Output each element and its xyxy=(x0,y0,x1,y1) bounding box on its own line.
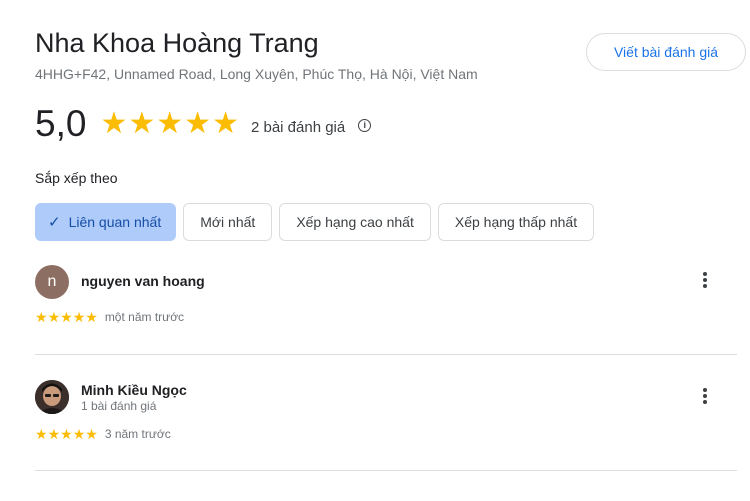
star-icon: ★ xyxy=(156,107,184,140)
star-icon: ★ xyxy=(47,426,61,442)
info-icon[interactable]: i xyxy=(358,118,372,132)
star-icon: ★ xyxy=(35,426,48,442)
chip-label: Liên quan nhất xyxy=(68,214,162,230)
star-icon: ★ xyxy=(212,107,239,140)
sort-label: Sắp xếp theo xyxy=(35,170,118,186)
divider xyxy=(35,470,737,471)
star-icon: ★ xyxy=(85,309,98,325)
star-icon: ★ xyxy=(128,107,156,140)
review-rating: ★ ★ ★ ★ ★ một năm trước xyxy=(35,310,184,324)
chip-label: Xếp hạng cao nhất xyxy=(296,214,414,230)
star-icon: ★ xyxy=(72,426,86,442)
sort-chips: ✓ Liên quan nhất Mới nhất Xếp hạng cao n… xyxy=(35,203,601,241)
rating-stars: ★ ★ ★ ★ ★ xyxy=(100,109,240,139)
place-title: Nha Khoa Hoàng Trang xyxy=(35,28,319,58)
star-icon: ★ xyxy=(47,309,61,325)
sort-chip-lowest[interactable]: Xếp hạng thấp nhất xyxy=(437,203,595,241)
reviewer-name[interactable]: nguyen van hoang xyxy=(81,273,205,289)
chip-label: Mới nhất xyxy=(200,214,256,230)
review-rating: ★ ★ ★ ★ ★ 3 năm trước xyxy=(35,427,171,441)
review-time: một năm trước xyxy=(104,310,185,324)
review-item: Minh Kiều Ngọc 1 bài đánh giá ★ ★ ★ ★ ★ … xyxy=(35,379,737,459)
star-icon: ★ xyxy=(100,107,128,140)
more-options-icon[interactable] xyxy=(695,268,715,292)
more-options-icon[interactable] xyxy=(695,384,715,408)
star-icon: ★ xyxy=(184,107,212,140)
review-time: 3 năm trước xyxy=(104,427,171,441)
reviewer-name[interactable]: Minh Kiều Ngọc xyxy=(81,382,187,398)
avatar[interactable]: n xyxy=(35,265,69,299)
rating-score: 5,0 xyxy=(35,103,87,144)
rating-summary: 5,0 ★ ★ ★ ★ ★ 2 bài đánh giá i xyxy=(35,103,372,145)
sort-chip-newest[interactable]: Mới nhất xyxy=(183,203,273,241)
avatar-photo xyxy=(35,380,69,414)
sort-chip-relevant[interactable]: ✓ Liên quan nhất xyxy=(35,203,177,241)
place-address: 4HHG+F42, Unnamed Road, Long Xuyên, Phúc… xyxy=(35,66,478,82)
chip-label: Xếp hạng thấp nhất xyxy=(454,214,578,230)
star-icon: ★ xyxy=(72,309,86,325)
divider xyxy=(35,354,737,355)
reviewer-review-count: 1 bài đánh giá xyxy=(81,399,157,413)
star-icon: ★ xyxy=(60,426,73,442)
star-icon: ★ xyxy=(35,309,48,325)
check-icon: ✓ xyxy=(48,214,61,231)
review-count[interactable]: 2 bài đánh giá xyxy=(251,119,345,136)
write-review-button[interactable]: Viết bài đánh giá xyxy=(586,33,746,71)
review-item: n nguyen van hoang ★ ★ ★ ★ ★ một năm trư… xyxy=(35,263,737,343)
sort-chip-highest[interactable]: Xếp hạng cao nhất xyxy=(279,203,431,241)
star-icon: ★ xyxy=(85,426,98,442)
star-icon: ★ xyxy=(60,309,73,325)
avatar[interactable] xyxy=(35,380,69,414)
